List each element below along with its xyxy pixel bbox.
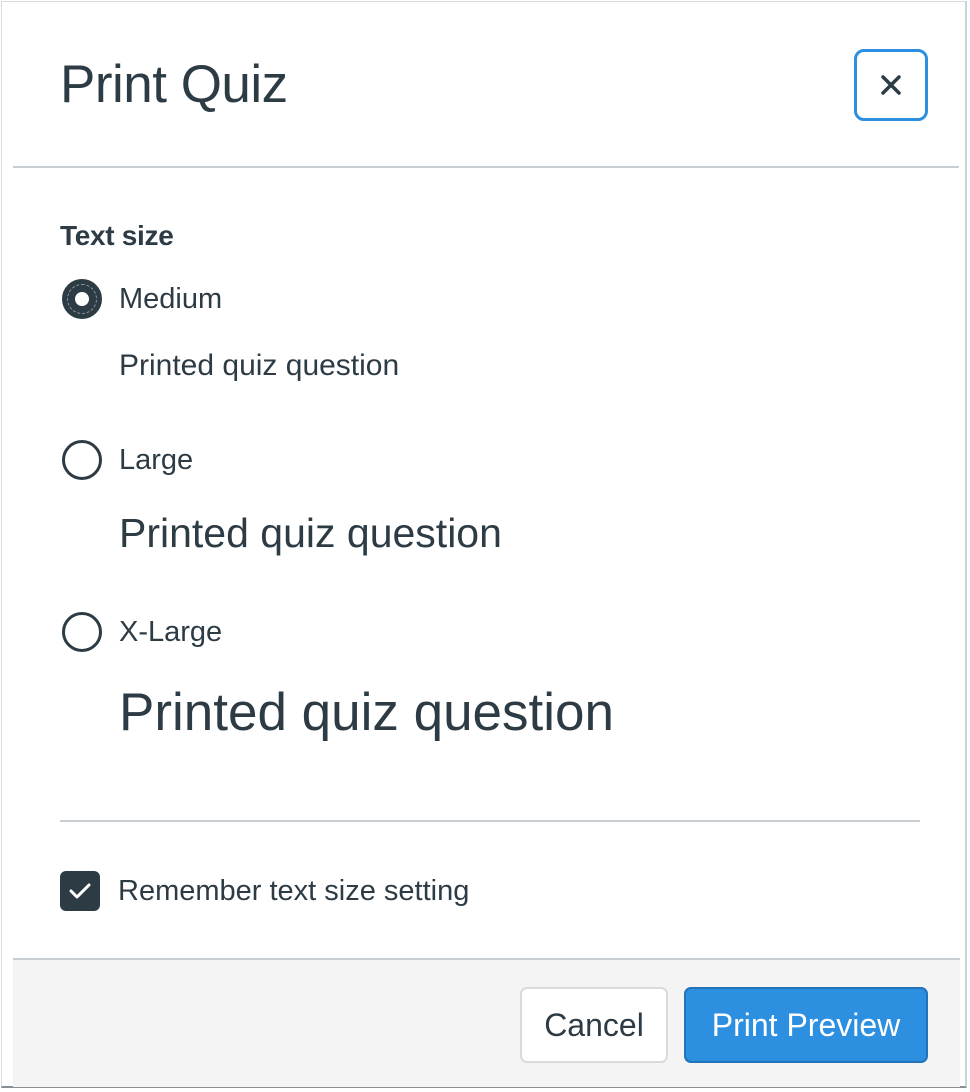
radio-button-checked[interactable] bbox=[62, 279, 102, 319]
radio-label-large: Large bbox=[119, 443, 194, 476]
remember-setting-checkbox[interactable] bbox=[60, 871, 100, 911]
radio-label-x-large: X-Large bbox=[119, 615, 223, 648]
radio-option-large[interactable]: Large bbox=[62, 440, 193, 480]
remember-setting-checkbox-row[interactable]: Remember text size setting bbox=[60, 871, 469, 911]
sample-text-x-large: Printed quiz question bbox=[119, 683, 614, 742]
radio-option-x-large[interactable]: X-Large bbox=[62, 612, 222, 652]
content-divider bbox=[60, 820, 920, 822]
radio-button[interactable] bbox=[62, 612, 102, 652]
dialog-footer: Cancel Print Preview bbox=[13, 958, 960, 1087]
close-icon bbox=[881, 75, 901, 95]
radio-option-medium[interactable]: Medium bbox=[62, 279, 222, 319]
print-preview-button[interactable]: Print Preview bbox=[684, 987, 928, 1063]
cancel-button[interactable]: Cancel bbox=[520, 987, 668, 1063]
sample-text-large: Printed quiz question bbox=[119, 510, 502, 556]
header-divider bbox=[13, 166, 959, 168]
sample-text-medium: Printed quiz question bbox=[119, 349, 400, 382]
radio-button[interactable] bbox=[62, 440, 102, 480]
remember-setting-label: Remember text size setting bbox=[118, 874, 470, 907]
radio-label-medium: Medium bbox=[119, 282, 223, 315]
close-button[interactable] bbox=[854, 49, 928, 121]
text-size-label: Text size bbox=[60, 220, 174, 251]
dialog-title: Print Quiz bbox=[60, 55, 288, 114]
dialog-header: Print Quiz bbox=[2, 2, 965, 166]
print-quiz-dialog: Print Quiz Text size Medium Printed quiz… bbox=[1, 1, 967, 1088]
checkmark-icon bbox=[69, 883, 91, 899]
